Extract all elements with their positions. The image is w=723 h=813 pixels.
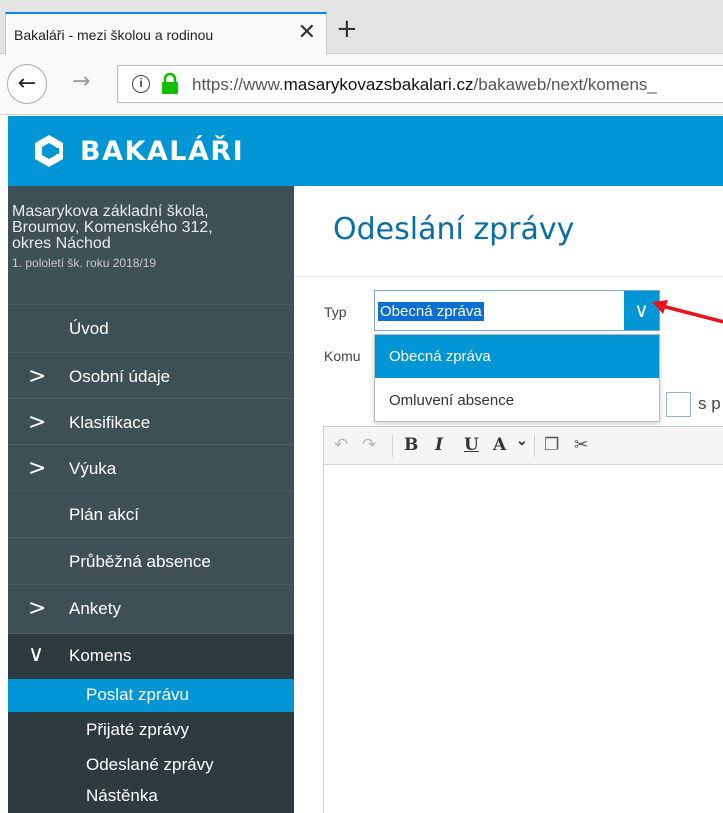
page-title: Odeslání zprávy <box>333 212 575 247</box>
to-label: Komu <box>324 348 361 364</box>
sidebar-item-label: Komens <box>69 646 132 665</box>
redo-icon[interactable]: ↷ <box>362 435 376 455</box>
close-tab-icon[interactable]: ✕ <box>298 21 316 43</box>
bold-icon[interactable]: B <box>404 435 418 455</box>
sidebar-item-label: Ankety <box>69 599 121 618</box>
url-text: https://www.masarykovazsbakalari.cz/baka… <box>192 75 657 94</box>
sidebar-item-label: Úvod <box>69 319 109 338</box>
subitem-label: Nástěnka <box>86 786 158 805</box>
undo-icon[interactable]: ↶ <box>334 435 348 455</box>
select-value: Obecná zpráva <box>378 302 484 321</box>
sidebar-item-label: Klasifikace <box>69 413 151 432</box>
new-tab-button[interactable]: + <box>336 16 358 42</box>
school-name: Masarykova základní škola, Broumov, Kome… <box>12 203 213 252</box>
sidebar-item-plan-akci[interactable]: Plán akcí <box>8 490 294 538</box>
option-label: Omluvení absence <box>389 392 515 409</box>
font-color-dropdown-icon[interactable]: ⌄ <box>516 433 528 449</box>
browser-nav-bar: ← → i https://www.masarykovazsbakalari.c… <box>0 55 723 115</box>
message-type-select[interactable]: Obecná zpráva ∨ <box>374 290 660 331</box>
dropdown-option-omluveni-absence[interactable]: Omluvení absence <box>375 379 659 422</box>
app-header: BAKALÁŘI <box>8 116 723 186</box>
subitem-label: Odeslané zprávy <box>86 755 214 774</box>
sidebar-subitem-nastenka[interactable]: Nástěnka <box>8 780 294 813</box>
chevron-right-icon: > <box>28 456 47 481</box>
sidebar-item-prubezna-absence[interactable]: Průběžná absence <box>8 537 294 585</box>
address-bar[interactable]: i https://www.masarykovazsbakalari.cz/ba… <box>117 65 723 103</box>
type-label: Typ <box>324 304 347 320</box>
font-color-icon[interactable]: A <box>493 435 506 455</box>
browser-tab[interactable]: Bakaláři - mezi školou a rodinou ✕ <box>5 12 327 55</box>
message-type-dropdown: Obecná zpráva Omluvení absence <box>374 334 660 422</box>
chevron-right-icon: > <box>28 410 47 435</box>
cut-icon[interactable]: ✂ <box>574 435 588 455</box>
info-icon[interactable]: i <box>132 75 150 93</box>
komens-submenu: Poslat zprávu Přijaté zprávy Odeslané zp… <box>8 676 294 813</box>
checkbox-label: s p <box>698 394 721 413</box>
sidebar-item-komens[interactable]: ∨ Komens <box>8 633 294 677</box>
back-button[interactable]: ← <box>7 64 47 104</box>
sidebar: Masarykova základní škola, Broumov, Kome… <box>8 186 294 813</box>
chevron-right-icon: > <box>28 596 47 621</box>
dropdown-option-obecna-zprava[interactable]: Obecná zpráva <box>375 335 659 378</box>
bakalari-logo-icon <box>35 135 63 167</box>
copy-icon[interactable]: ❐ <box>544 435 559 455</box>
subitem-label: Přijaté zprávy <box>86 720 189 739</box>
option-label: Obecná zpráva <box>389 348 491 365</box>
chevron-down-icon: ∨ <box>28 642 45 667</box>
sidebar-item-vyuka[interactable]: > Výuka <box>8 444 294 492</box>
message-editor[interactable]: ↶ ↷ B I U A ⌄ ❐ ✂ <box>323 426 723 813</box>
lock-icon <box>162 73 178 94</box>
forward-button[interactable]: → <box>72 69 90 94</box>
toolbar-separator <box>392 435 393 457</box>
underline-icon[interactable]: U <box>464 435 479 455</box>
sidebar-item-label: Osobní údaje <box>69 367 171 386</box>
school-term: 1. pololetí šk. roku 2018/19 <box>12 256 157 270</box>
sidebar-item-osobni-udaje[interactable]: > Osobní údaje <box>8 352 294 400</box>
sidebar-item-label: Průběžná absence <box>69 552 211 571</box>
divider <box>294 276 723 277</box>
sidebar-item-label: Plán akcí <box>69 505 139 524</box>
chevron-right-icon: > <box>28 364 47 389</box>
sidebar-item-klasifikace[interactable]: > Klasifikace <box>8 398 294 446</box>
checkbox[interactable] <box>666 392 691 417</box>
sidebar-subitem-odeslane-zpravy[interactable]: Odeslané zprávy <box>8 749 294 782</box>
sidebar-subitem-prijate-zpravy[interactable]: Přijaté zprávy <box>8 714 294 747</box>
italic-icon[interactable]: I <box>435 435 443 455</box>
sidebar-subitem-poslat-zpravu[interactable]: Poslat zprávu <box>8 679 294 712</box>
annotation-arrow-icon <box>652 300 723 324</box>
sidebar-item-ankety[interactable]: > Ankety <box>8 584 294 632</box>
sidebar-item-uvod[interactable]: Úvod <box>8 304 294 352</box>
app-logo-text[interactable]: BAKALÁŘI <box>80 136 244 167</box>
browser-tab-bar: Bakaláři - mezi školou a rodinou ✕ + <box>0 0 723 55</box>
tab-title: Bakaláři - mezi školou a rodinou <box>14 27 214 43</box>
sidebar-item-label: Výuka <box>69 459 117 478</box>
toolbar-separator <box>534 435 535 457</box>
subitem-label: Poslat zprávu <box>86 685 189 704</box>
editor-toolbar: ↶ ↷ B I U A ⌄ ❐ ✂ <box>324 427 723 465</box>
